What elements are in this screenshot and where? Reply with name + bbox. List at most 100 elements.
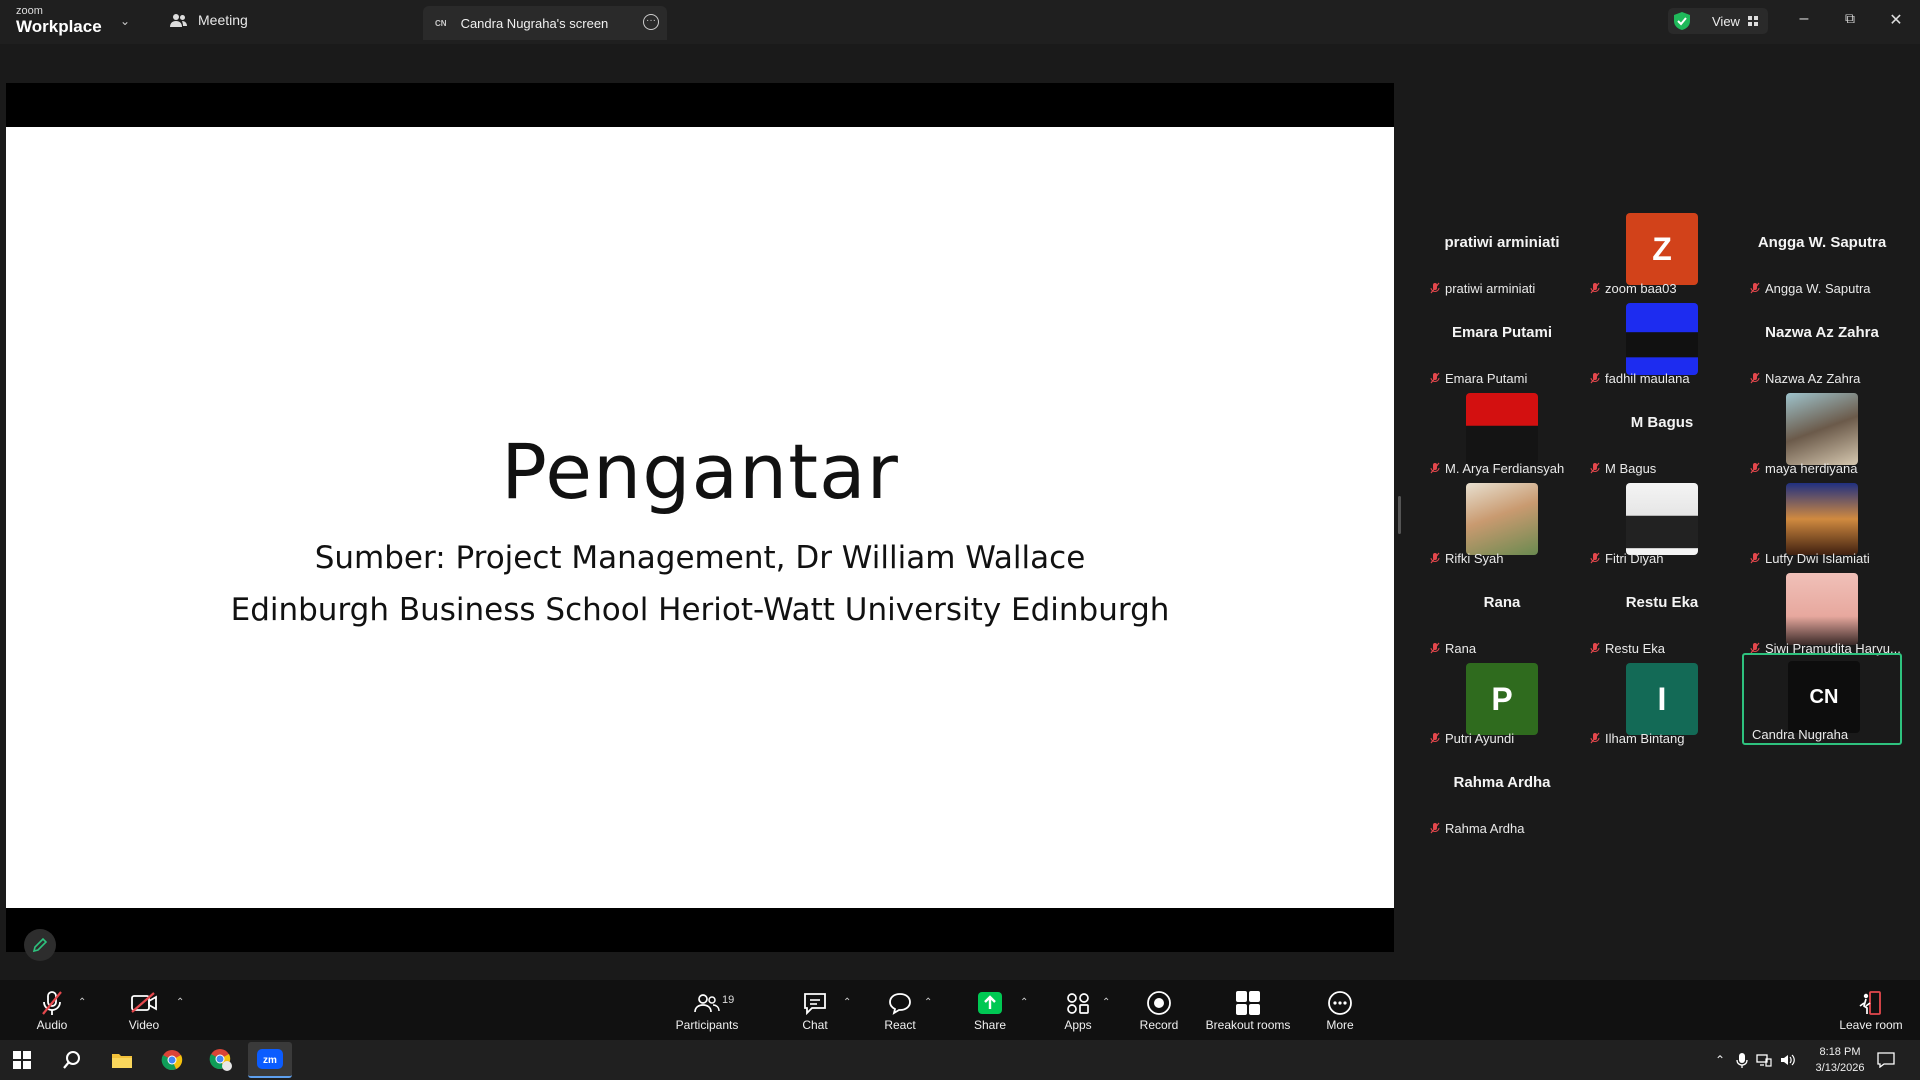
participant-display-name: pratiwi arminiati xyxy=(1444,234,1560,251)
minimize-icon[interactable]: – xyxy=(1794,10,1814,28)
slide-line-2: Edinburgh Business School Heriot-Watt Un… xyxy=(230,592,1170,628)
participant-name-label: Nazwa Az Zahra xyxy=(1765,370,1861,386)
notifications-icon[interactable] xyxy=(1866,1044,1906,1076)
breakout-rooms-button[interactable]: Breakout rooms xyxy=(1206,980,1290,1040)
audio-label: Audio xyxy=(36,1018,68,1032)
video-caret-icon[interactable]: ⌃ xyxy=(176,997,184,1008)
split-view-handle[interactable] xyxy=(1398,496,1401,534)
share-label: Share xyxy=(973,1018,1007,1032)
muted-mic-icon xyxy=(1750,372,1760,384)
react-button[interactable]: React xyxy=(880,980,920,1040)
leave-room-button[interactable]: Leave room xyxy=(1836,980,1906,1040)
chat-button[interactable]: Chat xyxy=(795,980,835,1040)
participant-tile[interactable]: maya herdiyana xyxy=(1742,387,1902,477)
restore-icon[interactable]: ⧉ xyxy=(1840,10,1860,27)
participant-name-label: M. Arya Ferdiansyah xyxy=(1445,460,1565,476)
file-explorer-icon[interactable] xyxy=(102,1044,142,1076)
participant-tile[interactable]: Rifki Syah xyxy=(1422,477,1582,567)
participants-count: 19 xyxy=(722,994,735,1006)
participant-tile[interactable]: Fitri Diyah xyxy=(1582,477,1742,567)
participant-tile[interactable]: P Putri Ayundi xyxy=(1422,657,1582,747)
windows-taskbar: zm ⌃ 8:18 PM 3/13/2026 xyxy=(0,1040,1920,1080)
participant-nametag: Nazwa Az Zahra xyxy=(1750,369,1860,387)
brand-top: zoom xyxy=(16,5,43,17)
participant-tile[interactable]: Siwi Pramudita Haryu... xyxy=(1742,567,1902,657)
volume-icon[interactable] xyxy=(1780,1053,1796,1067)
tray-expand-icon[interactable]: ⌃ xyxy=(1710,1053,1730,1067)
share-caret-icon[interactable]: ⌃ xyxy=(1020,997,1028,1008)
muted-mic-icon xyxy=(1430,372,1440,384)
chat-caret-icon[interactable]: ⌃ xyxy=(843,997,851,1008)
close-icon[interactable]: ✕ xyxy=(1886,10,1906,30)
audio-caret-icon[interactable]: ⌃ xyxy=(78,997,86,1008)
participant-nametag: zoom baa03 xyxy=(1590,279,1677,297)
participant-nametag: M Bagus xyxy=(1590,459,1656,477)
search-icon[interactable] xyxy=(52,1044,92,1076)
participant-name-label: zoom baa03 xyxy=(1605,280,1677,296)
muted-mic-icon xyxy=(1430,552,1440,564)
avatar-photo xyxy=(1466,393,1538,465)
participant-tile[interactable]: Emara Putami Emara Putami xyxy=(1422,297,1582,387)
muted-mic-icon xyxy=(1430,462,1440,474)
chrome-icon[interactable] xyxy=(152,1044,192,1076)
participant-display-name: Angga W. Saputra xyxy=(1757,234,1887,251)
brand-bottom: Workplace xyxy=(16,17,102,36)
participant-name-label: Lutfy Dwi Islamiati xyxy=(1765,550,1870,566)
more-options-icon[interactable]: ··· xyxy=(643,14,659,30)
participant-tile[interactable]: M Bagus M Bagus xyxy=(1582,387,1742,477)
chrome-profile-icon[interactable] xyxy=(201,1044,241,1076)
participant-tile[interactable]: Lutfy Dwi Islamiati xyxy=(1742,477,1902,567)
share-button[interactable]: Share xyxy=(970,980,1010,1040)
participant-name-label: Rana xyxy=(1445,640,1477,656)
participant-name-label: Candra Nugraha xyxy=(1752,726,1849,742)
participant-tile[interactable]: Rahma Ardha Rahma Ardha xyxy=(1422,747,1582,837)
annotate-button[interactable] xyxy=(24,929,56,961)
apps-icon xyxy=(1067,993,1089,1014)
participant-tile[interactable]: Restu Eka Restu Eka xyxy=(1582,567,1742,657)
apps-caret-icon[interactable]: ⌃ xyxy=(1102,997,1110,1008)
zoom-workplace-logo[interactable]: zoom Workplace xyxy=(16,5,102,36)
record-label: Record xyxy=(1139,1018,1179,1032)
participant-display-name: Emara Putami xyxy=(1451,324,1553,341)
react-caret-icon[interactable]: ⌃ xyxy=(924,997,932,1008)
avatar-photo xyxy=(1786,393,1858,465)
participant-nametag: M. Arya Ferdiansyah xyxy=(1430,459,1564,477)
muted-mic-icon xyxy=(42,991,62,1015)
participant-display-name: M Bagus xyxy=(1630,414,1694,431)
breakout-rooms-label: Breakout rooms xyxy=(1205,1018,1291,1032)
participants-button[interactable]: Participants xyxy=(672,980,742,1040)
muted-mic-icon xyxy=(1590,642,1600,654)
tab-meeting[interactable]: Meeting xyxy=(170,12,248,28)
participant-nametag: maya herdiyana xyxy=(1750,459,1858,477)
avatar-initial: P xyxy=(1466,663,1538,735)
microphone-tray-icon[interactable] xyxy=(1736,1052,1748,1068)
chevron-down-icon[interactable]: ⌄ xyxy=(120,14,130,28)
avatar-photo xyxy=(1466,483,1538,555)
participant-tile[interactable]: CN Candra Nugraha xyxy=(1742,653,1902,745)
participant-tile[interactable]: fadhil maulana xyxy=(1582,297,1742,387)
participant-name-label: Fitri Diyah xyxy=(1605,550,1664,566)
view-button[interactable]: View xyxy=(1668,8,1768,34)
participant-tile[interactable]: Angga W. Saputra Angga W. Saputra xyxy=(1742,207,1902,297)
muted-mic-icon xyxy=(1590,372,1600,384)
presentation-slide: Pengantar Sumber: Project Management, Dr… xyxy=(6,127,1394,908)
audio-button[interactable]: Audio xyxy=(30,980,74,1040)
windows-start-icon[interactable] xyxy=(2,1044,42,1076)
record-button[interactable]: Record xyxy=(1138,980,1180,1040)
zoom-taskbar-icon[interactable]: zm xyxy=(248,1042,292,1078)
participant-tile[interactable]: Nazwa Az Zahra Nazwa Az Zahra xyxy=(1742,297,1902,387)
participant-tile[interactable]: pratiwi arminiati pratiwi arminiati xyxy=(1422,207,1582,297)
tab-shared-screen[interactable]: CN Candra Nugraha's screen ··· xyxy=(423,6,667,40)
network-icon[interactable] xyxy=(1756,1053,1772,1067)
apps-button[interactable]: Apps xyxy=(1058,980,1098,1040)
muted-mic-icon xyxy=(1430,822,1440,834)
participant-tile[interactable]: Rana Rana xyxy=(1422,567,1582,657)
participant-nametag: Emara Putami xyxy=(1430,369,1527,387)
more-button[interactable]: More xyxy=(1320,980,1360,1040)
video-button[interactable]: Video xyxy=(122,980,166,1040)
record-icon xyxy=(1147,991,1171,1015)
participant-tile[interactable]: Zzoom baa03 xyxy=(1582,207,1742,297)
participant-tile[interactable]: M. Arya Ferdiansyah xyxy=(1422,387,1582,477)
participant-nametag: Lutfy Dwi Islamiati xyxy=(1750,549,1870,567)
participant-tile[interactable]: I Ilham Bintang xyxy=(1582,657,1742,747)
